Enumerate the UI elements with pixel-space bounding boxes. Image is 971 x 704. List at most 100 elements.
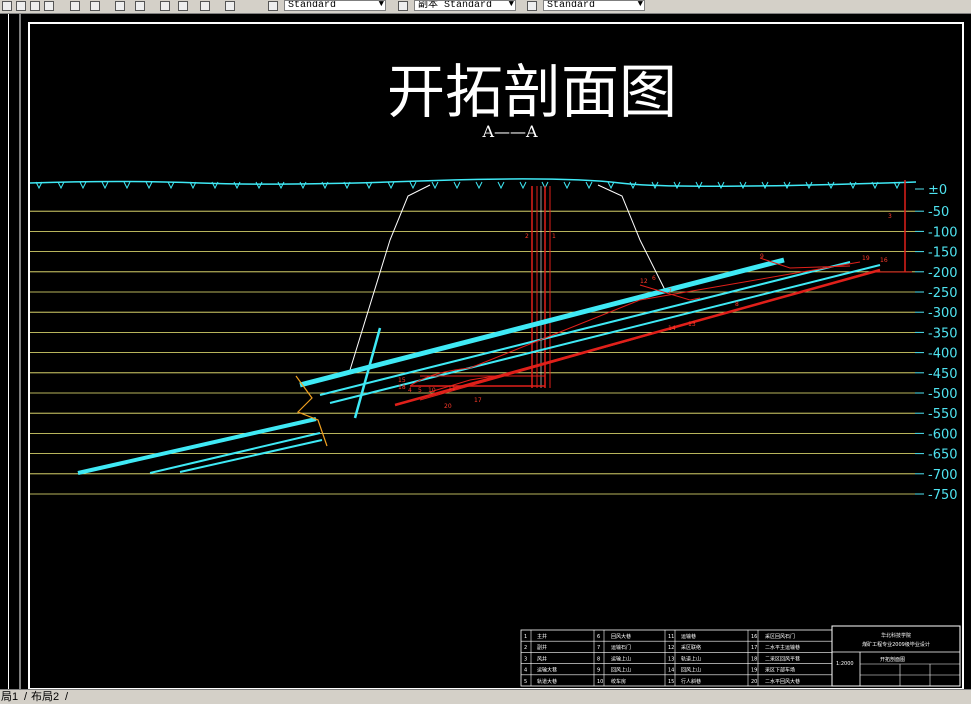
surface-hatch-mark — [79, 181, 87, 190]
level-label: -450 — [928, 367, 958, 382]
roadway-number: 4 — [408, 387, 412, 394]
legend-cell: 运输石门 — [611, 644, 631, 651]
legend-cell: 运输巷 — [681, 633, 696, 640]
legend-cell: 3 — [524, 656, 527, 662]
tab-divider: / — [24, 691, 28, 703]
surface-hatch-mark — [695, 181, 703, 190]
legend-cell: 9 — [597, 668, 600, 674]
surface-hatch-mark — [431, 181, 439, 190]
level-labels: ±0 -50 -100 -150 -200 -250 -300 -350 -400 -450 -50… — [915, 183, 958, 503]
level-label: -350 — [928, 326, 958, 341]
legend-cell: 2 — [524, 645, 527, 651]
legend-cell: 8 — [597, 656, 600, 662]
roadway-number: 6 — [652, 275, 656, 282]
surface-hatch-mark — [453, 181, 461, 190]
layout-tab-bar: 局1 / 布局2 / — [0, 689, 971, 704]
legend-cell: 运输大巷 — [537, 667, 557, 674]
surface-hatch-mark — [717, 181, 725, 190]
legend-cell: 6 — [597, 634, 600, 640]
main-shaft — [531, 186, 551, 388]
level-label: -300 — [928, 306, 958, 321]
level-label: -700 — [928, 468, 958, 483]
roadway-number: 18 — [398, 384, 406, 391]
roadway-number-labels: 1234 5678910 11121314151617181920 — [398, 213, 892, 410]
legend-cell: 二采区回风平巷 — [765, 655, 800, 662]
level-label: -250 — [928, 286, 958, 301]
surface-hatch-mark — [673, 181, 681, 190]
roadway-number: 19 — [862, 255, 870, 262]
roadway-number: 10 — [428, 387, 436, 394]
scale-value: 1:2000 — [836, 661, 854, 667]
roadway-number: 13 — [688, 321, 696, 328]
surface-hatch-mark — [475, 181, 483, 190]
project-subtitle: 煤矿工程专业2009级毕业设计 — [862, 641, 930, 648]
level-label: -150 — [928, 246, 958, 261]
legend-cell: 运输上山 — [611, 655, 631, 662]
level-label: -200 — [928, 266, 958, 281]
tab-divider: / — [65, 691, 69, 703]
level-label: -100 — [928, 225, 958, 240]
surface-hatch-mark — [255, 181, 263, 190]
legend-cell: 10 — [597, 679, 603, 685]
roadway-number: 2 — [525, 233, 529, 240]
roadway-number: 17 — [474, 397, 482, 404]
legend-cell: 回风大巷 — [611, 633, 631, 640]
surface-hatch-mark — [585, 181, 593, 190]
legend-cell: 副井 — [537, 644, 547, 651]
roadway-number: 15 — [398, 377, 406, 384]
roadway-number: 3 — [888, 213, 892, 220]
level-lines — [30, 210, 915, 495]
surface-hatch-mark — [145, 181, 153, 190]
surface-hatching — [35, 181, 901, 190]
legend-cell: 采区回风石门 — [765, 633, 795, 640]
legend-cell: 14 — [668, 668, 674, 674]
legend-cell: 二水平回风大巷 — [765, 678, 800, 685]
roadway-number: 14 — [668, 325, 676, 332]
legend-table: 1 主井 6 回风大巷 11 运输巷 16 采区回风石门 2 副井 7 运输石门 12 采区联络 17 二水平… — [520, 629, 833, 687]
air-shaft — [870, 180, 912, 273]
surface-hatch-mark — [277, 181, 285, 190]
surface-hatch-mark — [761, 181, 769, 190]
section-label: A——A — [481, 122, 538, 141]
school-name: 华北科技学院 — [881, 632, 911, 639]
roadway-number: 5 — [418, 387, 422, 394]
legend-cell: 回风上山 — [681, 667, 701, 674]
legend-cell: 采区联络 — [681, 644, 701, 651]
roadway-number: 8 — [735, 301, 739, 308]
surface-hatch-mark — [739, 181, 747, 190]
ground-surface-line — [29, 178, 917, 188]
legend-cell: 17 — [751, 645, 757, 651]
legend-cell: 5 — [524, 679, 527, 685]
level-label: ±0 — [928, 183, 947, 198]
legend-cell: 11 — [668, 634, 674, 640]
legend-cell: 轨道大巷 — [537, 678, 557, 685]
surface-hatch-mark — [123, 181, 131, 190]
legend-cell: 4 — [524, 668, 527, 674]
level-label: -500 — [928, 387, 958, 402]
level-label: -50 — [928, 205, 949, 220]
surface-hatch-mark — [101, 181, 109, 190]
level-label: -650 — [928, 448, 958, 463]
drawing-canvas[interactable]: 开拓剖面图 A——A ±0 -50 -100 -150 -200 -250 -300 -350… — [0, 0, 971, 689]
drawing-title: 开拓剖面图 — [387, 58, 677, 126]
roadway-number: 7 — [668, 288, 672, 295]
roadway-number: 12 — [640, 278, 648, 285]
legend-cell: 轨道上山 — [681, 655, 701, 662]
surface-hatch-mark — [299, 181, 307, 190]
legend-cell: 15 — [668, 679, 674, 685]
roadway-number: 16 — [880, 257, 888, 264]
level-label: -400 — [928, 347, 958, 362]
roadway-number: 9 — [760, 253, 764, 260]
title-block: 华北科技学院 煤矿工程专业2009级毕业设计 开拓剖面图 1:2000 — [831, 625, 961, 687]
legend-cell: 7 — [597, 645, 600, 651]
legend-cell: 20 — [751, 679, 757, 685]
legend-cell: 18 — [751, 656, 757, 662]
surface-hatch-mark — [57, 181, 65, 190]
legend-cell: 回风上山 — [611, 667, 631, 674]
tab-layout2[interactable]: 布局2 — [31, 690, 59, 704]
surface-hatch-mark — [607, 181, 615, 190]
roadway-number: 1 — [552, 233, 556, 240]
tab-model[interactable]: 局1 — [1, 690, 18, 704]
legend-cell: 风井 — [537, 655, 547, 662]
drawing-name: 开拓剖面图 — [880, 656, 905, 663]
